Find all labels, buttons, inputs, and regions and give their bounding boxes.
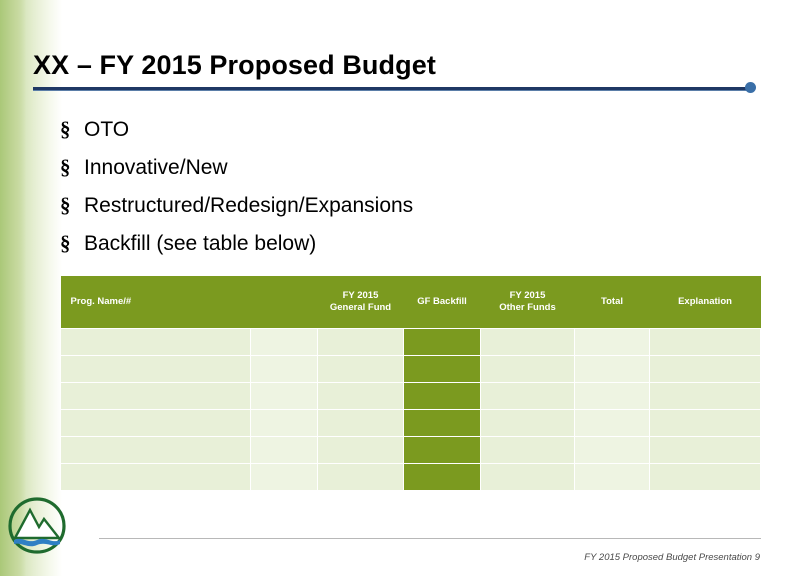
cell-gf-backfill [403,436,481,464]
cell-gf-backfill [403,328,481,356]
cell-other-funds [480,436,575,464]
cell-prog-name [60,355,251,383]
mountain-logo-icon [8,496,66,554]
cell-gf-backfill [403,382,481,410]
list-item: § OTO [60,110,760,148]
cell-explanation [649,328,761,356]
budget-table: Prog. Name/# FY 2015 General Fund GF Bac… [60,276,761,491]
column-header-prog-name: Prog. Name/# [60,276,251,329]
cell-blank [250,436,318,464]
budget-table-wrapper: Prog. Name/# FY 2015 General Fund GF Bac… [60,276,761,491]
column-header-general-fund: FY 2015 General Fund [317,276,404,329]
cell-general-fund [317,409,404,437]
cell-blank [250,409,318,437]
cell-general-fund [317,382,404,410]
bullet-marker-icon: § [60,231,71,255]
table-row [60,382,761,410]
column-header-general-fund-line2: General Fund [329,302,392,313]
table-header-row: Prog. Name/# FY 2015 General Fund GF Bac… [60,276,761,329]
column-header-other-funds-line1: FY 2015 [509,290,546,302]
cell-general-fund [317,355,404,383]
column-header-general-fund-line1: FY 2015 [342,290,379,302]
cell-other-funds [480,382,575,410]
table-row [60,463,761,491]
cell-prog-name [60,328,251,356]
cell-other-funds [480,328,575,356]
cell-total [574,409,650,437]
bullet-list: § OTO § Innovative/New § Restructured/Re… [60,110,760,262]
cell-other-funds [480,463,575,491]
cell-blank [250,463,318,491]
bullet-marker-icon: § [60,193,71,217]
cell-total [574,463,650,491]
bullet-text: Restructured/Redesign/Expansions [84,194,414,217]
table-row [60,436,761,464]
cell-prog-name [60,436,251,464]
cell-explanation [649,382,761,410]
cell-general-fund [317,328,404,356]
column-header-total: Total [574,276,650,329]
cell-total [574,436,650,464]
list-item: § Innovative/New [60,148,760,186]
cell-prog-name [60,463,251,491]
bullet-text: Innovative/New [84,156,228,179]
footer-text: FY 2015 Proposed Budget Presentation 9 [584,552,760,563]
page-title: XX – FY 2015 Proposed Budget [33,50,436,80]
column-header-other-funds-line2: Other Funds [499,302,556,313]
cell-total [574,328,650,356]
table-body [60,328,761,491]
cell-blank [250,355,318,383]
column-header-blank [250,276,318,329]
cell-general-fund [317,463,404,491]
list-item: § Restructured/Redesign/Expansions [60,186,760,224]
column-header-other-funds: FY 2015 Other Funds [480,276,575,329]
cell-explanation [649,355,761,383]
cell-other-funds [480,409,575,437]
table-row [60,409,761,437]
bullet-text: OTO [84,118,130,141]
bullet-marker-icon: § [60,155,71,179]
title-underline-rule-secondary [33,90,751,91]
column-header-gf-backfill: GF Backfill [403,276,481,329]
bullet-marker-icon: § [60,117,71,141]
cell-gf-backfill [403,355,481,383]
cell-total [574,382,650,410]
list-item: § Backfill (see table below) [60,224,760,262]
title-end-dot [745,82,756,93]
left-band-inner-gradient [0,0,26,576]
cell-explanation [649,463,761,491]
table-row [60,355,761,383]
column-header-explanation: Explanation [649,276,761,329]
cell-blank [250,328,318,356]
cell-total [574,355,650,383]
cell-gf-backfill [403,463,481,491]
bullet-text: Backfill (see table below) [84,232,317,255]
table-row [60,328,761,356]
footer-divider [99,538,761,539]
cell-gf-backfill [403,409,481,437]
cell-general-fund [317,436,404,464]
cell-explanation [649,436,761,464]
cell-other-funds [480,355,575,383]
cell-explanation [649,409,761,437]
cell-prog-name [60,409,251,437]
cell-blank [250,382,318,410]
cell-prog-name [60,382,251,410]
